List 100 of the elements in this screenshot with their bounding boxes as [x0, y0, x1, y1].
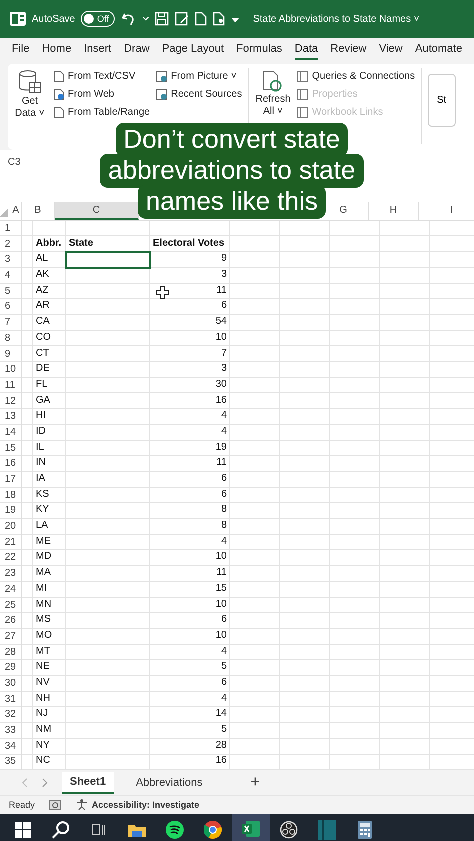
- row-header[interactable]: 35: [0, 754, 22, 770]
- spreadsheet-icon[interactable]: [242, 820, 260, 837]
- row-header[interactable]: 13: [0, 409, 22, 425]
- next-sheet-icon[interactable]: [42, 778, 48, 788]
- table-cell: 5: [221, 661, 227, 672]
- row-header[interactable]: 11: [0, 378, 22, 394]
- row-header[interactable]: 33: [0, 723, 22, 739]
- file-icon[interactable]: [54, 88, 65, 100]
- refresh-all-button[interactable]: Refresh All ˅: [255, 68, 292, 119]
- row-header[interactable]: 20: [0, 519, 22, 535]
- ribbon-tab[interactable]: Page Layout: [162, 40, 224, 60]
- ribbon-tab[interactable]: File: [12, 40, 30, 60]
- row-header[interactable]: 7: [0, 315, 22, 331]
- table-cell: 10: [216, 551, 227, 562]
- ribbon-button[interactable]: St: [428, 74, 456, 127]
- row-header[interactable]: 8: [0, 330, 22, 346]
- camera-icon[interactable]: [49, 799, 62, 812]
- browser-icon[interactable]: [204, 820, 222, 839]
- row-header[interactable]: 30: [0, 676, 22, 692]
- file-person-icon[interactable]: [213, 12, 226, 26]
- row-header[interactable]: 3: [0, 252, 22, 268]
- row-header[interactable]: 26: [0, 613, 22, 629]
- accessibility-icon[interactable]: [76, 799, 88, 812]
- ribbon-tab[interactable]: Draw: [124, 40, 150, 60]
- row-header[interactable]: 6: [0, 299, 22, 316]
- selected-cell[interactable]: [66, 252, 150, 268]
- table-cell: 4: [221, 692, 227, 704]
- row-header[interactable]: 2: [0, 236, 22, 252]
- search-icon[interactable]: [52, 820, 70, 839]
- column-header[interactable]: C: [55, 202, 139, 220]
- ribbon-tab[interactable]: Data: [294, 40, 318, 60]
- table-cell: AR: [36, 300, 50, 312]
- task-view-icon[interactable]: [92, 822, 106, 837]
- ribbon-button[interactable]: From Web: [54, 87, 150, 102]
- image-file-icon[interactable]: [156, 88, 168, 100]
- folder-icon[interactable]: [128, 822, 146, 837]
- document-title[interactable]: State Abbreviations to State Names ˅: [253, 14, 420, 24]
- file-icon[interactable]: [54, 106, 65, 118]
- row-header[interactable]: 18: [0, 488, 22, 504]
- add-sheet-button[interactable]: +: [244, 772, 266, 793]
- panel-icon[interactable]: [297, 70, 310, 82]
- ribbon-tab[interactable]: View: [379, 40, 403, 60]
- ribbon-tab[interactable]: Formulas: [236, 40, 282, 60]
- book-icon[interactable]: [318, 820, 336, 840]
- table-cell: KS: [36, 488, 50, 500]
- autosave-toggle[interactable]: Off: [81, 11, 116, 27]
- accessibility-status[interactable]: Accessibility: Investigate: [92, 800, 200, 810]
- music-app-icon[interactable]: [166, 820, 184, 839]
- file-icon[interactable]: [54, 70, 65, 82]
- ribbon-button[interactable]: From Picture ˅: [156, 69, 242, 84]
- column-header[interactable]: H: [369, 202, 419, 220]
- image-file-icon[interactable]: [156, 70, 168, 82]
- row-header[interactable]: 29: [0, 660, 22, 676]
- row-header[interactable]: 5: [0, 284, 22, 300]
- windows-icon[interactable]: [15, 822, 31, 838]
- sheet-tab[interactable]: Sheet1: [62, 772, 114, 794]
- ribbon-button[interactable]: From Text/CSV: [54, 69, 150, 84]
- column-header[interactable]: I: [419, 202, 474, 220]
- ribbon-tab[interactable]: Home: [42, 40, 72, 60]
- table-cell: CO: [36, 332, 51, 343]
- save-icon[interactable]: [155, 12, 170, 26]
- row-header[interactable]: 15: [0, 440, 22, 456]
- ribbon-tab[interactable]: Insert: [84, 40, 112, 60]
- row-header[interactable]: 27: [0, 628, 22, 645]
- row-header[interactable]: 25: [0, 598, 22, 614]
- table-cell: 19: [216, 442, 227, 453]
- row-header[interactable]: 31: [0, 692, 22, 708]
- row-header[interactable]: 17: [0, 472, 22, 488]
- row-header[interactable]: 10: [0, 362, 22, 378]
- get-data-button[interactable]: Get Data ˅: [12, 68, 48, 121]
- calculator-icon[interactable]: [358, 820, 372, 839]
- row-header[interactable]: 23: [0, 566, 22, 582]
- row-header[interactable]: 14: [0, 424, 22, 441]
- row-header[interactable]: 1: [0, 221, 22, 237]
- row-header[interactable]: 24: [0, 582, 22, 598]
- column-header[interactable]: A: [11, 202, 22, 220]
- aperture-icon[interactable]: [280, 820, 298, 839]
- row-header[interactable]: 22: [0, 550, 22, 566]
- row-header[interactable]: 9: [0, 346, 22, 362]
- row-header[interactable]: 32: [0, 707, 22, 723]
- table-cell: 3: [221, 269, 227, 280]
- name-box[interactable]: C3: [8, 156, 68, 168]
- row-header[interactable]: 16: [0, 456, 22, 472]
- new-file-icon[interactable]: [195, 12, 208, 26]
- ribbon-tab[interactable]: Review: [330, 40, 367, 60]
- caret-icon[interactable]: [143, 17, 150, 21]
- save-as-icon[interactable]: [175, 12, 190, 26]
- ribbon-button[interactable]: Queries & Connections: [297, 69, 416, 84]
- database-table-icon[interactable]: [18, 70, 42, 96]
- ribbon-tab[interactable]: Automate: [415, 40, 462, 60]
- ribbon-button[interactable]: From Table/Range: [54, 105, 150, 120]
- ribbon-button[interactable]: Recent Sources: [156, 87, 242, 102]
- row-header[interactable]: 34: [0, 738, 22, 754]
- row-header[interactable]: 4: [0, 268, 22, 284]
- row-header[interactable]: 28: [0, 644, 22, 660]
- row-header[interactable]: 21: [0, 534, 22, 550]
- row-header[interactable]: 12: [0, 394, 22, 410]
- customize-icon[interactable]: [232, 16, 240, 22]
- row-header[interactable]: 19: [0, 503, 22, 520]
- sheet-tab[interactable]: Abbreviations: [128, 772, 211, 793]
